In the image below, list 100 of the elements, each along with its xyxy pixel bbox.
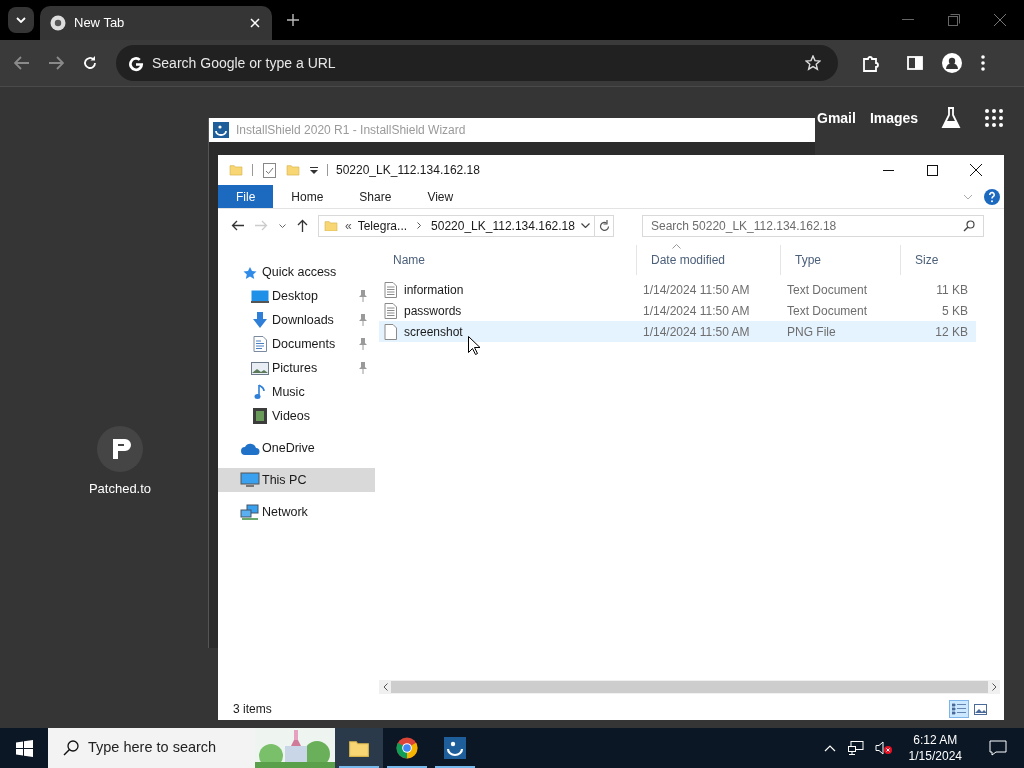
table-cell-text: 5 KB (941, 302, 969, 320)
menu-icon[interactable] (980, 55, 986, 71)
clock-date[interactable]: 1/15/2024 (908, 748, 962, 764)
reload-icon[interactable] (82, 56, 98, 70)
desktop-icon-label[interactable]: Patched.to (88, 479, 152, 499)
minimize-icon[interactable] (882, 169, 894, 171)
chrome-icon (50, 15, 66, 31)
table-cell-text: 12 KB (934, 323, 969, 341)
dropdown-icon[interactable] (580, 223, 590, 228)
nav-item[interactable]: Downloads (218, 308, 375, 332)
apps-grid-icon[interactable] (984, 109, 1005, 127)
breadcrumb-item[interactable]: 50220_LK_112.134.162.18 (431, 216, 575, 235)
tab-search-button[interactable] (8, 7, 34, 33)
omnibox-placeholder: Search Google or type a URL (152, 53, 337, 73)
chevron-up-icon[interactable] (822, 744, 837, 752)
nav-item[interactable]: OneDrive (218, 436, 375, 460)
taskbar-search[interactable]: Type here to search (48, 728, 335, 768)
star-icon[interactable] (804, 55, 822, 71)
back-icon[interactable] (230, 220, 244, 231)
flask-icon[interactable] (940, 107, 963, 129)
nav-label: Videos (272, 407, 310, 425)
omnibox[interactable]: Search Google or type a URL (116, 45, 838, 81)
column-header[interactable]: Size (900, 245, 972, 275)
nav-item[interactable]: Videos (218, 404, 375, 428)
chevron-icon[interactable] (416, 222, 423, 229)
column-header[interactable]: Date modified (636, 245, 780, 275)
nav-item[interactable]: This PC (218, 468, 375, 492)
address-bar[interactable]: « Telegra... 50220_LK_112.134.162.18 (318, 214, 614, 237)
pin-icon (357, 338, 369, 350)
nav-label: Network (262, 503, 308, 521)
nav-label: Downloads (272, 311, 334, 329)
file-row[interactable]: screenshot 1/14/2024 11:50 AM PNG File 12 KB (379, 321, 976, 342)
header-link[interactable]: Gmail (817, 107, 856, 129)
cursor-icon (468, 336, 480, 355)
network-icon[interactable] (846, 741, 865, 755)
puzzle-icon[interactable] (862, 54, 880, 72)
breadcrumb-item[interactable]: Telegra... (357, 216, 408, 235)
table-cell-text: Text Document (786, 281, 869, 299)
pin-icon (357, 290, 369, 302)
nav-item[interactable]: Desktop (218, 284, 375, 308)
search-icon (963, 219, 975, 232)
nav-label: Documents (272, 335, 336, 353)
browser-tab[interactable]: New Tab (40, 6, 272, 40)
close-icon[interactable] (248, 18, 262, 28)
installer-icon (443, 736, 467, 760)
ribbon-tab[interactable]: Home (273, 185, 342, 208)
nav-icon (250, 336, 270, 352)
caret-icon (16, 17, 26, 23)
muted-speaker-icon[interactable] (874, 741, 893, 755)
details-view-icon[interactable] (949, 700, 969, 718)
nav-icon (240, 441, 260, 455)
file-name: screenshot (404, 323, 463, 341)
horizontal-scrollbar[interactable] (379, 680, 1000, 694)
chrome-icon (395, 736, 419, 760)
folder-icon (323, 219, 339, 232)
nav-item[interactable]: Pictures (218, 356, 375, 380)
side-panel-icon[interactable] (906, 56, 924, 70)
maximize-icon[interactable] (926, 164, 938, 176)
customize-icon[interactable] (309, 166, 319, 174)
properties-icon[interactable] (261, 162, 277, 178)
nav-icon (250, 361, 270, 375)
ribbon-tab[interactable]: Share (341, 185, 410, 208)
file-name: information (404, 281, 464, 299)
table-cell-text: Text Document (786, 302, 869, 320)
nav-item[interactable]: Documents (218, 332, 375, 356)
nav-icon (250, 408, 270, 424)
table-cell-text: 1/14/2024 11:50 AM (642, 281, 751, 299)
overflow-chevron[interactable]: « (345, 216, 352, 235)
pin-icon (357, 314, 369, 326)
restore-icon[interactable] (948, 14, 960, 26)
nav-icon (240, 504, 260, 520)
nav-item[interactable]: Quick access (218, 260, 375, 284)
column-header[interactable]: Name (379, 245, 636, 275)
thumbnail-view-icon[interactable] (971, 703, 989, 715)
file-row[interactable]: information 1/14/2024 11:50 AM Text Document 11 KB (379, 279, 976, 300)
header-link[interactable]: Images (869, 107, 919, 129)
document-icon (383, 281, 397, 298)
recent-locations-icon[interactable] (278, 223, 286, 228)
file-row[interactable]: passwords 1/14/2024 11:50 AM Text Document 5 KB (379, 300, 976, 321)
nav-item[interactable]: Network (218, 500, 375, 524)
ribbon-tab[interactable]: File (218, 185, 274, 208)
taskbar-app[interactable] (335, 728, 383, 768)
close-icon[interactable] (970, 164, 982, 176)
document-icon (383, 302, 397, 319)
sort-up-icon[interactable] (671, 244, 681, 249)
up-icon[interactable] (296, 219, 308, 232)
column-header[interactable]: Type (780, 245, 900, 275)
ribbon-tab[interactable]: View (409, 185, 472, 208)
app-icon[interactable] (96, 425, 144, 473)
clock-time[interactable]: 6:12 AM (913, 732, 958, 748)
forward-icon[interactable] (48, 56, 64, 70)
status-text: 3 items (233, 701, 272, 718)
window-title: InstallShield 2020 R1 - InstallShield Wizard (236, 122, 466, 139)
profile-icon[interactable] (942, 53, 962, 73)
nav-label: Quick access (262, 263, 337, 281)
new-tab-icon[interactable] (286, 13, 300, 27)
table-cell-text: 11 KB (935, 281, 969, 299)
search-field[interactable]: Search 50220_LK_112.134.162.18 (642, 214, 984, 237)
nav-label: OneDrive (262, 439, 315, 457)
nav-item[interactable]: Music (218, 380, 375, 404)
